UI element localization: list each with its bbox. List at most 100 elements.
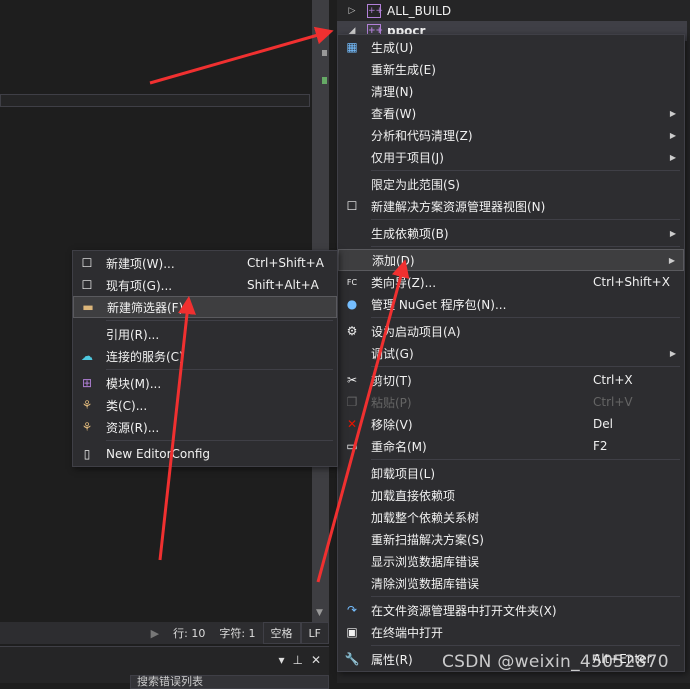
menu-item-label: 剪切(T) — [371, 373, 412, 388]
menu-item-label: 重新生成(E) — [371, 62, 436, 77]
build-icon: ▦ — [346, 40, 358, 54]
menu-item-label: 类(C)... — [106, 398, 148, 413]
menu-item-12[interactable]: 添加(D) ▶ — [338, 249, 684, 271]
shortcut-label: Ctrl+V — [593, 395, 633, 409]
menu-item-label: 仅用于项目(J) — [371, 150, 444, 165]
menu-item-11[interactable]: ▯ New EditorConfig — [73, 443, 337, 465]
connected-service-icon: ☁ — [81, 349, 93, 363]
shortcut-label: Shift+Alt+A — [247, 278, 319, 292]
menu-item-29[interactable]: 清除浏览数据库错误 — [338, 572, 684, 594]
menu-item-0[interactable]: ▦ 生成(U) — [338, 36, 684, 58]
menu-item-label: 调试(G) — [371, 346, 414, 361]
menu-item-7[interactable]: 限定为此范围(S) — [338, 173, 684, 195]
menu-item-label: 清除浏览数据库错误 — [371, 576, 480, 591]
menu-item-label: 新建解决方案资源管理器视图(N) — [371, 199, 546, 214]
menu-item-32[interactable]: ▣ 在终端中打开 — [338, 621, 684, 643]
menu-item-28[interactable]: 显示浏览数据库错误 — [338, 550, 684, 572]
menu-item-4[interactable]: 分析和代码清理(Z) ▶ — [338, 124, 684, 146]
error-list-panel: ▾ ⊥ ✕ 搜索错误列表 — [0, 646, 329, 689]
menu-item-17[interactable]: 调试(G) ▶ — [338, 342, 684, 364]
tree-item-all-build[interactable]: ▷ ++ ALL_BUILD — [337, 1, 451, 21]
menu-item-13[interactable]: FC 类向导(Z)... Ctrl+Shift+X — [338, 271, 684, 293]
menu-item-10[interactable]: 生成依赖项(B) ▶ — [338, 222, 684, 244]
menu-item-label: 生成(U) — [371, 40, 414, 55]
menu-item-label: 现有项(G)... — [106, 278, 173, 293]
menu-item-31[interactable]: ↷ 在文件资源管理器中打开文件夹(X) — [338, 599, 684, 621]
menu-item-label: 显示浏览数据库错误 — [371, 554, 480, 569]
menu-item-2[interactable]: 清理(N) — [338, 80, 684, 102]
nuget-icon: ● — [346, 297, 358, 311]
menu-item-2[interactable]: ▬ 新建筛选器(F) — [73, 296, 337, 318]
menu-item-5[interactable]: 仅用于项目(J) ▶ — [338, 146, 684, 168]
menu-item-1[interactable]: 重新生成(E) — [338, 58, 684, 80]
menu-item-0[interactable]: ☐ 新建项(W)... Ctrl+Shift+A — [73, 252, 337, 274]
menu-item-label: 重命名(M) — [371, 439, 427, 454]
menu-item-7[interactable]: ⊞ 模块(M)... — [73, 372, 337, 394]
menu-item-label: 类向导(Z)... — [371, 275, 437, 290]
menu-item-3[interactable]: 查看(W) ▶ — [338, 102, 684, 124]
close-icon[interactable]: ✕ — [311, 653, 321, 667]
menu-item-label: 限定为此范围(S) — [371, 177, 460, 192]
project-icon: ++ — [367, 4, 384, 18]
tree-item-label: ALL_BUILD — [387, 4, 452, 18]
menu-item-14[interactable]: ● 管理 NuGet 程序包(N)... — [338, 293, 684, 315]
menu-item-25[interactable]: 加载直接依赖项 — [338, 484, 684, 506]
new-item-icon: ☐ — [81, 256, 93, 270]
menu-item-19[interactable]: ✂ 剪切(T) Ctrl+X — [338, 369, 684, 391]
add-submenu: ☐ 新建项(W)... Ctrl+Shift+A ☐ 现有项(G)... Shift+Al… — [72, 250, 338, 467]
menu-item-4[interactable]: 引用(R)... — [73, 323, 337, 345]
shortcut-label: Ctrl+Shift+X — [593, 275, 670, 289]
line-ending[interactable]: LF — [300, 622, 329, 644]
menu-item-label: 引用(R)... — [106, 327, 160, 342]
submenu-arrow-icon: ▶ — [668, 255, 675, 265]
menu-item-22[interactable]: ▭ 重命名(M) F2 — [338, 435, 684, 457]
menu-item-label: 生成依赖项(B) — [371, 226, 449, 241]
menu-item-1[interactable]: ☐ 现有项(G)... Shift+Alt+A — [73, 274, 337, 296]
menu-item-27[interactable]: 重新扫描解决方案(S) — [338, 528, 684, 550]
scroll-right-icon[interactable]: ▶ — [144, 622, 166, 644]
shortcut-label: Ctrl+X — [593, 373, 633, 387]
gear-icon: ⚙ — [346, 324, 358, 338]
menu-item-label: 移除(V) — [371, 417, 413, 432]
menu-item-label: 在文件资源管理器中打开文件夹(X) — [371, 603, 557, 618]
menu-item-label: 模块(M)... — [106, 376, 162, 391]
menu-item-label: New EditorConfig — [106, 447, 211, 461]
rename-icon: ▭ — [346, 439, 358, 453]
class-wizard-icon: FC — [346, 277, 358, 287]
editor-input-box[interactable] — [0, 94, 310, 107]
menu-item-8[interactable]: ☐ 新建解决方案资源管理器视图(N) — [338, 195, 684, 217]
menu-item-label: 粘贴(P) — [371, 395, 412, 410]
existing-item-icon: ☐ — [81, 278, 93, 292]
menu-item-label: 新建项(W)... — [106, 256, 175, 271]
menu-item-20[interactable]: ❐ 粘贴(P) Ctrl+V — [338, 391, 684, 413]
whitespace-mode[interactable]: 空格 — [262, 622, 301, 644]
shortcut-label: F2 — [593, 439, 608, 453]
menu-item-label: 属性(R) — [371, 652, 413, 667]
scroll-down-icon[interactable]: ▼ — [316, 608, 323, 618]
file-icon: ▯ — [83, 447, 91, 461]
terminal-icon: ▣ — [346, 625, 358, 639]
error-search-input[interactable]: 搜索错误列表 — [130, 675, 329, 689]
dropdown-icon[interactable]: ▾ — [278, 653, 284, 667]
scroll-marker — [322, 50, 327, 56]
expand-icon[interactable]: ▷ — [337, 6, 367, 16]
class-icon: ⚘ — [81, 398, 93, 412]
menu-item-label: 加载整个依赖关系树 — [371, 510, 480, 525]
pin-icon[interactable]: ⊥ — [292, 653, 302, 667]
menu-item-label: 卸载项目(L) — [371, 466, 436, 481]
menu-item-26[interactable]: 加载整个依赖关系树 — [338, 506, 684, 528]
new-view-icon: ☐ — [346, 199, 358, 213]
submenu-arrow-icon: ▶ — [669, 348, 676, 358]
scroll-marker-change — [322, 77, 327, 84]
menu-item-16[interactable]: ⚙ 设为启动项目(A) — [338, 320, 684, 342]
menu-item-8[interactable]: ⚘ 类(C)... — [73, 394, 337, 416]
resource-icon: ⚘ — [81, 420, 93, 434]
menu-item-label: 设为启动项目(A) — [371, 324, 461, 339]
menu-item-label: 管理 NuGet 程序包(N)... — [371, 297, 507, 312]
menu-item-label: 查看(W) — [371, 106, 417, 121]
menu-item-9[interactable]: ⚘ 资源(R)... — [73, 416, 337, 438]
menu-item-5[interactable]: ☁ 连接的服务(C) — [73, 345, 337, 367]
menu-item-21[interactable]: ✕ 移除(V) Del — [338, 413, 684, 435]
menu-item-24[interactable]: 卸载项目(L) — [338, 462, 684, 484]
project-context-menu: ▦ 生成(U) 重新生成(E) 清理(N) 查看(W) ▶ 分析和代码清理(Z) ▶ 仅用于项目… — [337, 34, 685, 672]
